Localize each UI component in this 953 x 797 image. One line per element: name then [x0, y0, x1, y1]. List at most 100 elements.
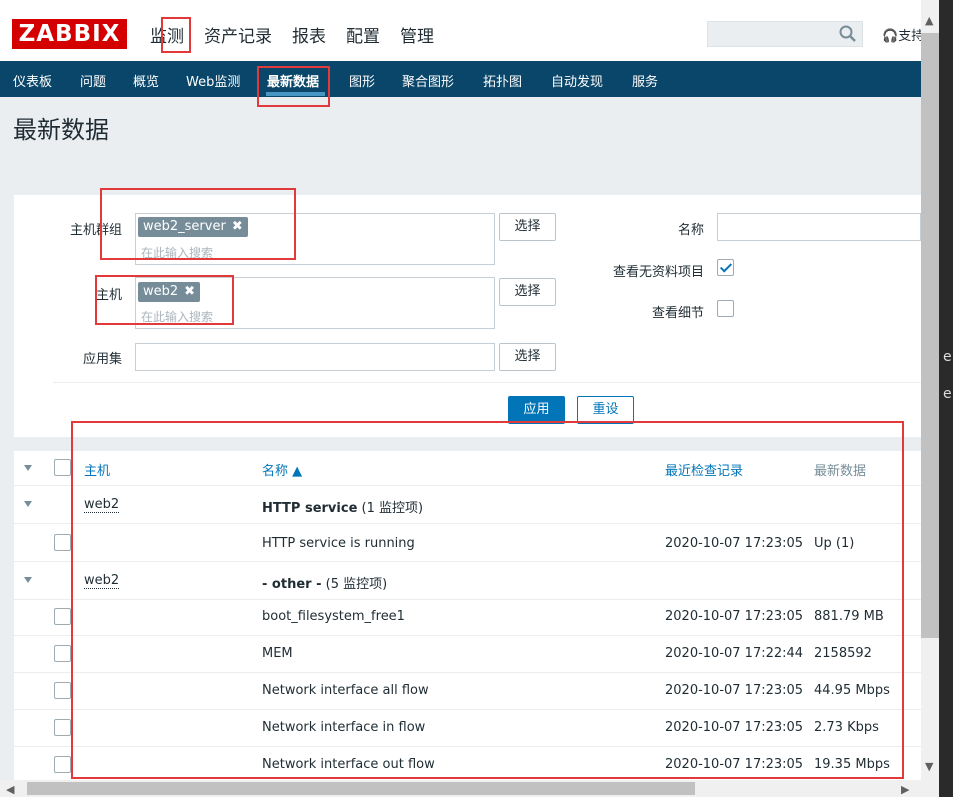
item-last-check: 2020-10-07 17:23:05	[665, 683, 804, 698]
latest-data-table: 主机 名称 ▲ 最近检查记录 最新数据 web2 HTTP service (1…	[14, 451, 921, 780]
subnav-latest-data[interactable]: 最新数据	[267, 71, 319, 90]
host-placeholder: 在此输入搜索	[141, 310, 214, 324]
row-checkbox[interactable]	[54, 682, 71, 699]
item-name: MEM	[262, 646, 293, 661]
subnav-web[interactable]: Web监测	[186, 71, 240, 90]
host-group-chip[interactable]: web2_server ✖	[138, 217, 248, 237]
row-checkbox[interactable]	[54, 756, 71, 773]
item-last-check: 2020-10-07 17:22:44	[665, 646, 804, 661]
subnav-dashboard[interactable]: 仪表板	[13, 71, 52, 90]
scroll-down-icon[interactable]: ▼	[925, 760, 933, 773]
item-name: boot_filesystem_free1	[262, 609, 405, 624]
item-last-value: 2158592	[814, 646, 872, 661]
item-last-check: 2020-10-07 17:23:05	[665, 757, 804, 772]
subnav-services[interactable]: 服务	[632, 71, 658, 90]
application-group-row: web2 - other - (5 监控项)	[14, 563, 921, 600]
background-text: e	[943, 349, 952, 365]
menu-reports[interactable]: 报表	[292, 22, 326, 47]
menu-configuration[interactable]: 配置	[346, 22, 380, 47]
table-row: Network interface out flow 2020-10-07 17…	[14, 747, 921, 780]
column-last-value: 最新数据	[814, 464, 867, 479]
scroll-right-icon[interactable]: ▶	[901, 783, 909, 796]
subnav-overview[interactable]: 概览	[133, 71, 159, 90]
scroll-left-icon[interactable]: ◀	[6, 783, 14, 796]
headset-icon: 🎧	[882, 29, 899, 44]
application-select-button[interactable]: 选择	[499, 343, 556, 371]
vertical-scroll-thumb[interactable]	[921, 33, 939, 638]
host-group-select-button[interactable]: 选择	[499, 213, 556, 241]
apply-button[interactable]: 应用	[508, 396, 565, 424]
item-last-check: 2020-10-07 17:23:05	[665, 720, 804, 735]
select-all-checkbox[interactable]	[54, 459, 71, 476]
sub-navigation: 仪表板 问题 概览 Web监测 最新数据 图形 聚合图形 拓扑图 自动发现 服务	[0, 61, 921, 97]
menu-monitoring[interactable]: 监测	[150, 22, 184, 47]
reset-button[interactable]: 重设	[577, 396, 634, 424]
table-row: Network interface in flow 2020-10-07 17:…	[14, 710, 921, 747]
row-checkbox[interactable]	[54, 645, 71, 662]
row-checkbox[interactable]	[54, 534, 71, 551]
column-last-check[interactable]: 最近检查记录	[665, 460, 743, 479]
main-menu: 监测 资产记录 报表 配置 管理	[150, 22, 434, 47]
item-last-value: Up (1)	[814, 536, 855, 551]
show-no-data-checkbox[interactable]	[717, 259, 734, 276]
application-input[interactable]	[135, 343, 495, 371]
top-bar: ZABBIX 监测 资产记录 报表 配置 管理 🎧支持	[0, 0, 924, 61]
row-checkbox[interactable]	[54, 608, 71, 625]
application-group-row: web2 HTTP service (1 监控项)	[14, 487, 921, 524]
remove-chip-icon[interactable]: ✖	[184, 284, 195, 299]
subnav-maps[interactable]: 拓扑图	[483, 71, 522, 90]
item-last-check: 2020-10-07 17:23:05	[665, 536, 804, 551]
show-no-data-label: 查看无资料项目	[612, 265, 704, 280]
active-tab-indicator	[266, 92, 325, 96]
item-last-value: 2.73 Kbps	[814, 720, 879, 735]
menu-administration[interactable]: 管理	[400, 22, 434, 47]
table-row: Network interface all flow 2020-10-07 17…	[14, 673, 921, 710]
subnav-problems[interactable]: 问题	[80, 71, 106, 90]
filter-divider	[53, 382, 921, 383]
host-select-button[interactable]: 选择	[499, 278, 556, 306]
host-group-label: 主机群组	[69, 223, 122, 238]
subnav-discovery[interactable]: 自动发现	[551, 71, 603, 90]
background-text: e	[943, 386, 952, 402]
support-link[interactable]: 🎧支持	[882, 25, 924, 44]
group-app: - other - (5 监控项)	[262, 577, 388, 592]
table-row: HTTP service is running 2020-10-07 17:23…	[14, 525, 921, 562]
host-group-placeholder: 在此输入搜索	[141, 246, 214, 260]
item-name: HTTP service is running	[262, 536, 415, 551]
name-label: 名称	[677, 223, 704, 238]
item-last-check: 2020-10-07 17:23:05	[665, 609, 804, 624]
table-row: boot_filesystem_free1 2020-10-07 17:23:0…	[14, 599, 921, 636]
subnav-graphs[interactable]: 图形	[349, 71, 375, 90]
column-name[interactable]: 名称 ▲	[262, 460, 302, 479]
collapse-icon[interactable]	[24, 577, 32, 583]
zabbix-logo[interactable]: ZABBIX	[12, 19, 127, 49]
item-name: Network interface in flow	[262, 720, 426, 735]
row-checkbox[interactable]	[54, 719, 71, 736]
scroll-up-icon[interactable]: ▲	[925, 14, 933, 27]
menu-inventory[interactable]: 资产记录	[204, 22, 272, 47]
search-icon[interactable]	[838, 24, 858, 44]
show-details-checkbox[interactable]	[717, 300, 734, 317]
page-title: 最新数据	[13, 116, 109, 144]
remove-chip-icon[interactable]: ✖	[232, 219, 243, 234]
name-input[interactable]	[717, 213, 921, 241]
item-name: Network interface all flow	[262, 683, 429, 698]
item-last-value: 44.95 Mbps	[814, 683, 890, 698]
group-host[interactable]: web2	[84, 497, 120, 513]
host-chip[interactable]: web2 ✖	[138, 282, 201, 302]
subnav-screens[interactable]: 聚合图形	[402, 71, 454, 90]
application-label: 应用集	[82, 352, 122, 367]
host-label: 主机	[95, 288, 122, 303]
column-host[interactable]: 主机	[84, 460, 110, 479]
collapse-all-icon[interactable]	[24, 465, 32, 471]
item-name: Network interface out flow	[262, 757, 435, 772]
horizontal-scroll-thumb[interactable]	[27, 782, 695, 795]
item-last-value: 19.35 Mbps	[814, 757, 890, 772]
group-app: HTTP service (1 监控项)	[262, 501, 424, 516]
show-details-label: 查看细节	[651, 306, 704, 321]
table-row: MEM 2020-10-07 17:22:44 2158592	[14, 636, 921, 673]
group-host[interactable]: web2	[84, 573, 120, 589]
table-header: 主机 名称 ▲ 最近检查记录 最新数据	[14, 451, 921, 486]
item-last-value: 881.79 MB	[814, 609, 884, 624]
collapse-icon[interactable]	[24, 501, 32, 507]
